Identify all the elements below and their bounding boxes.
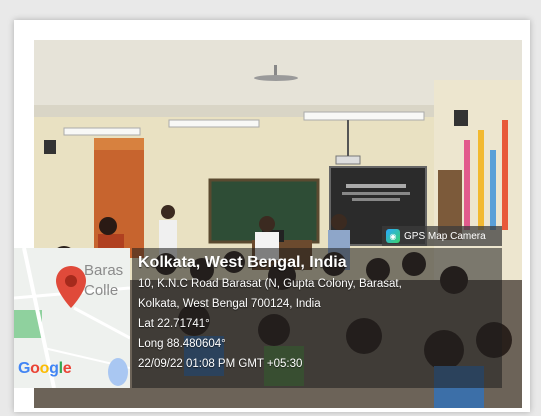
longitude: Long 88.480604°	[138, 338, 226, 350]
map-pin-icon	[56, 266, 86, 308]
gps-map-camera-badge: ◉ GPS Map Camera	[382, 226, 502, 246]
map-label-college: Colle	[84, 282, 119, 299]
location-map-thumbnail: Baras Colle Google	[14, 248, 130, 388]
location-title: Kolkata, West Bengal, India	[138, 254, 347, 271]
gps-map-camera-icon: ◉	[386, 229, 400, 243]
latitude: Lat 22.71741°	[138, 318, 210, 330]
map-label-barasat: Baras	[84, 262, 124, 279]
address-line-1: 10, K.N.C Road Barasat (N, Gupta Colony,…	[138, 278, 402, 290]
google-logo: Google	[18, 360, 72, 377]
timestamp: 22/09/22 01:08 PM GMT +05:30	[138, 358, 303, 370]
photo-frame: ◉ GPS Map Camera Baras Colle Google Kolk…	[14, 20, 530, 412]
gps-map-camera-label: GPS Map Camera	[404, 230, 486, 242]
address-line-2: Kolkata, West Bengal 700124, India	[138, 298, 321, 310]
